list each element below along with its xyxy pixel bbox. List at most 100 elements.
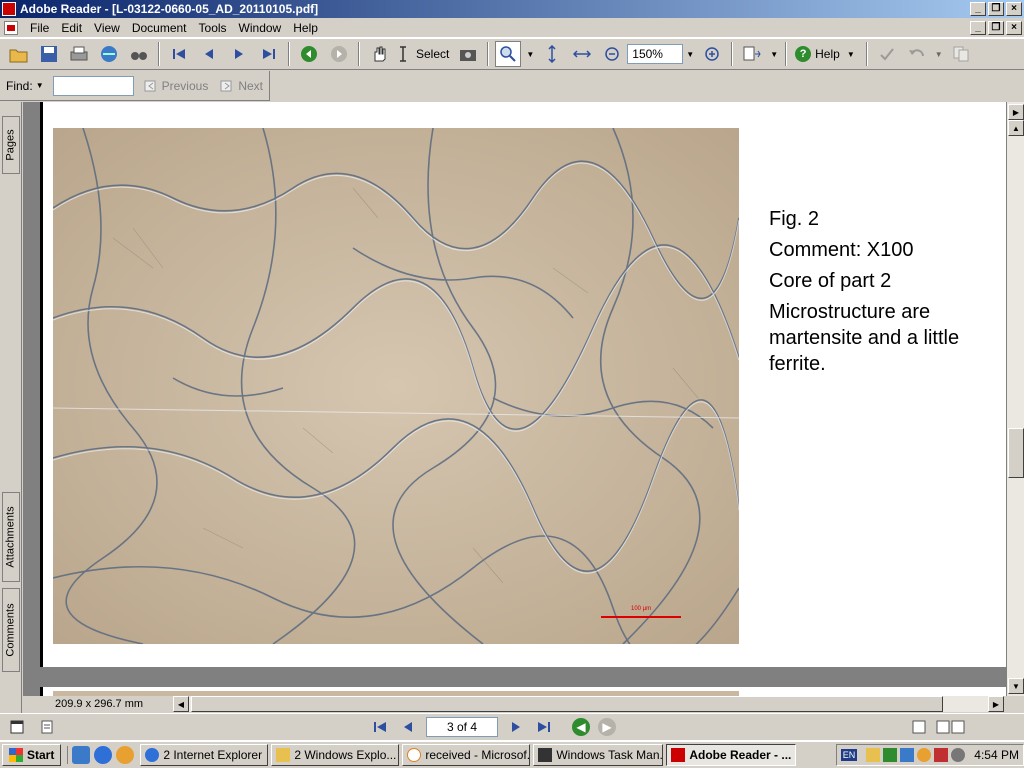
page-layout-dropdown-icon[interactable]: ▼ bbox=[770, 50, 778, 59]
volume-tray-icon[interactable] bbox=[951, 748, 966, 762]
zoom-level-input[interactable]: 150% bbox=[627, 44, 684, 64]
next-page-icon[interactable] bbox=[226, 41, 252, 67]
language-indicator[interactable]: EN bbox=[840, 749, 858, 761]
close-button[interactable]: × bbox=[1006, 2, 1022, 16]
zoom-in-icon[interactable] bbox=[699, 41, 725, 67]
fit-width-icon[interactable] bbox=[569, 41, 595, 67]
spell-check-icon[interactable] bbox=[874, 41, 900, 67]
layout-continuous-icon[interactable] bbox=[40, 720, 54, 734]
status-first-page-icon[interactable] bbox=[370, 717, 390, 737]
first-page-icon[interactable] bbox=[166, 41, 192, 67]
mail-task-icon bbox=[407, 748, 422, 762]
menu-edit[interactable]: Edit bbox=[55, 21, 88, 35]
document-icon[interactable] bbox=[4, 20, 18, 35]
zoom-level-dropdown-icon[interactable]: ▼ bbox=[686, 50, 694, 59]
find-input[interactable] bbox=[52, 75, 134, 96]
document-view[interactable]: 100 µm Fig. 2 Comment: X100 Core of part… bbox=[23, 102, 1006, 696]
open-icon[interactable] bbox=[6, 41, 32, 67]
shield-tray-icon[interactable] bbox=[934, 748, 949, 762]
zoom-in-tool-icon[interactable] bbox=[495, 41, 522, 67]
scroll-down-icon[interactable]: ▼ bbox=[1008, 678, 1024, 694]
previous-page-icon[interactable] bbox=[196, 41, 222, 67]
horizontal-scroll-thumb[interactable] bbox=[191, 696, 943, 712]
copy-icon[interactable] bbox=[948, 41, 974, 67]
menu-view[interactable]: View bbox=[88, 21, 126, 35]
adobe-reader-icon bbox=[2, 2, 16, 16]
two-page-view-icon[interactable] bbox=[936, 719, 976, 735]
scroll-up-icon[interactable]: ▲ bbox=[1008, 120, 1024, 136]
page-layout-icon[interactable] bbox=[739, 41, 765, 67]
minimize-button[interactable]: _ bbox=[970, 2, 986, 16]
help-button[interactable]: ? Help ▼ bbox=[791, 46, 862, 62]
clock-icon[interactable] bbox=[116, 746, 135, 764]
network-icon[interactable] bbox=[72, 746, 91, 764]
ie-task-icon bbox=[145, 748, 160, 762]
zoom-tool-dropdown-icon[interactable]: ▼ bbox=[526, 50, 534, 59]
menu-file[interactable]: File bbox=[24, 21, 55, 35]
restore-button[interactable]: ❐ bbox=[988, 2, 1004, 16]
status-last-page-icon[interactable] bbox=[534, 717, 554, 737]
email-icon[interactable] bbox=[96, 41, 122, 67]
status-previous-page-icon[interactable] bbox=[398, 717, 418, 737]
status-next-page-icon[interactable] bbox=[506, 717, 526, 737]
clock[interactable]: 4:54 PM bbox=[974, 748, 1019, 762]
caption-core: Core of part 2 bbox=[769, 270, 892, 292]
vertical-scrollbar[interactable]: ▶ ▲ ▼ bbox=[1006, 102, 1024, 696]
scroll-left-icon[interactable]: ◀ bbox=[173, 696, 189, 712]
menu-tools[interactable]: Tools bbox=[193, 21, 233, 35]
menu-document[interactable]: Document bbox=[126, 21, 193, 35]
page-number-input[interactable]: 3 of 4 bbox=[426, 716, 498, 737]
green-tray-icon[interactable] bbox=[883, 748, 898, 762]
tab-comments[interactable]: Comments bbox=[2, 588, 20, 672]
undo-dropdown-icon[interactable]: ▼ bbox=[935, 50, 943, 59]
undo-icon[interactable] bbox=[904, 41, 930, 67]
last-page-icon[interactable] bbox=[256, 41, 282, 67]
select-tool-label[interactable]: Select bbox=[412, 47, 453, 61]
layout-single-icon[interactable] bbox=[10, 720, 24, 734]
save-icon[interactable] bbox=[36, 41, 62, 67]
task-internet-explorer[interactable]: 2 Internet Explorer ▼ bbox=[140, 744, 269, 766]
single-page-view-icon[interactable] bbox=[912, 720, 926, 734]
find-label[interactable]: Find: bbox=[6, 79, 33, 93]
envelope-tray-icon[interactable] bbox=[866, 748, 881, 762]
scroll-right-icon[interactable]: ▶ bbox=[1008, 104, 1024, 120]
menu-window[interactable]: Window bbox=[233, 21, 288, 35]
status-back-view-icon[interactable]: ◀ bbox=[572, 717, 590, 736]
find-previous-button[interactable]: Previous bbox=[138, 79, 215, 93]
navigation-panel: Pages Attachments Comments bbox=[0, 102, 22, 714]
task-windows-explorer[interactable]: 2 Windows Explo... ▼ bbox=[271, 744, 400, 766]
internet-explorer-icon[interactable] bbox=[94, 746, 113, 764]
hand-tool-icon[interactable] bbox=[366, 41, 392, 67]
select-tool-icon[interactable] bbox=[396, 41, 410, 67]
print-icon[interactable] bbox=[66, 41, 92, 67]
doc-close-button[interactable]: × bbox=[1006, 20, 1022, 35]
network-tray-icon[interactable] bbox=[900, 748, 915, 762]
menu-help[interactable]: Help bbox=[287, 21, 324, 35]
forward-view-icon[interactable] bbox=[326, 41, 352, 67]
clock-tray-icon[interactable] bbox=[917, 748, 932, 762]
doc-restore-button[interactable]: ❐ bbox=[988, 20, 1004, 35]
start-label: Start bbox=[27, 748, 55, 762]
task-outlook[interactable]: received - Microsof... bbox=[402, 744, 531, 766]
horizontal-scrollbar[interactable]: ◀ ▶ bbox=[173, 696, 1004, 712]
doc-minimize-button[interactable]: _ bbox=[970, 20, 986, 35]
zoom-out-icon[interactable] bbox=[599, 41, 625, 67]
scroll-right-arrow-icon[interactable]: ▶ bbox=[988, 696, 1004, 712]
find-next-button[interactable]: Next bbox=[214, 79, 269, 93]
tab-pages[interactable]: Pages bbox=[2, 116, 20, 174]
search-binoculars-icon[interactable] bbox=[126, 41, 152, 67]
find-options-dropdown-icon[interactable]: ▼ bbox=[36, 81, 44, 90]
task-task-manager[interactable]: Windows Task Man... bbox=[533, 744, 664, 766]
tab-attachments[interactable]: Attachments bbox=[2, 492, 20, 582]
actual-size-icon[interactable] bbox=[539, 41, 565, 67]
back-view-icon[interactable] bbox=[296, 41, 322, 67]
task-label: received - Microsof... bbox=[425, 748, 531, 762]
vertical-scroll-thumb[interactable] bbox=[1008, 428, 1024, 478]
find-previous-label: Previous bbox=[161, 78, 209, 93]
task-adobe-reader[interactable]: Adobe Reader - ... bbox=[666, 744, 797, 766]
main-toolbar: Select ▼ 150% ▼ ▼ ? Help ▼ ▼ bbox=[0, 38, 1024, 70]
snapshot-icon[interactable] bbox=[455, 41, 481, 67]
start-button[interactable]: Start bbox=[2, 744, 62, 766]
adobe-task-icon bbox=[671, 748, 686, 762]
status-forward-view-icon[interactable]: ▶ bbox=[598, 717, 616, 736]
